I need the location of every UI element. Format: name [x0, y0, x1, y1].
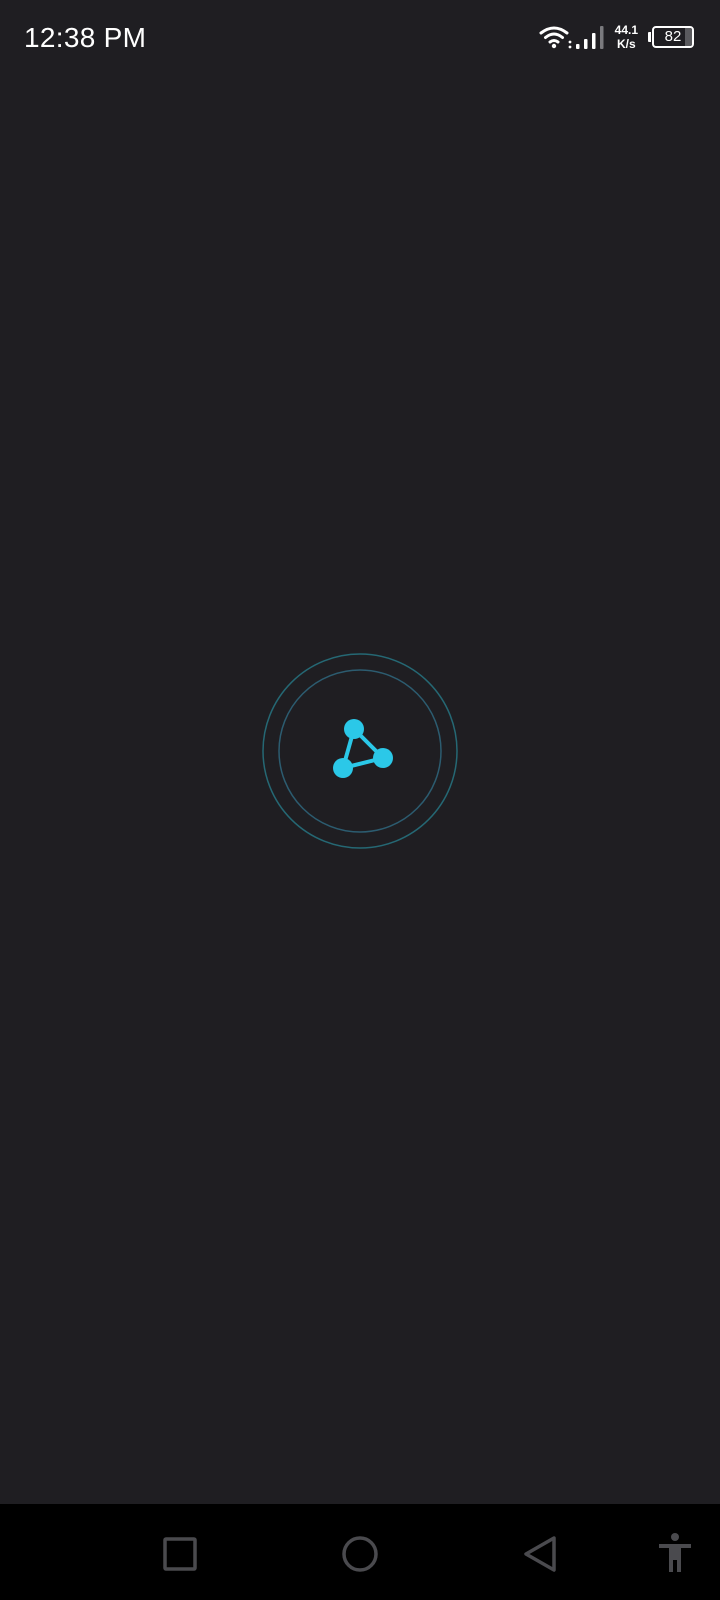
- network-speed: 44.1 K/s: [615, 23, 638, 51]
- recent-apps-icon[interactable]: [160, 1534, 200, 1574]
- network-speed-unit: K/s: [616, 37, 636, 51]
- status-icons: 44.1 K/s 82: [539, 20, 694, 54]
- navigation-bar: [0, 1504, 720, 1600]
- network-nodes-icon: [333, 719, 393, 778]
- status-bar: 12:38 PM 44.1 K/s 82: [0, 0, 720, 74]
- battery-nub: [648, 32, 651, 42]
- battery-body: 82: [652, 26, 694, 48]
- battery-fill: [685, 28, 692, 46]
- battery-level: 82: [664, 28, 682, 45]
- network-speed-value: 44.1: [614, 23, 638, 37]
- home-icon[interactable]: [340, 1534, 380, 1574]
- back-icon[interactable]: [520, 1534, 560, 1574]
- status-time: 12:38 PM: [24, 22, 147, 53]
- inner-ring: [278, 669, 442, 833]
- loading-indicator: [262, 653, 458, 849]
- accessibility-icon[interactable]: [655, 1532, 695, 1574]
- outer-ring: [262, 653, 458, 849]
- wifi-icon: [539, 26, 572, 49]
- screen: 12:38 PM 44.1 K/s 82: [0, 0, 720, 1600]
- battery-icon: 82: [648, 26, 694, 48]
- signal-icon: [575, 26, 604, 49]
